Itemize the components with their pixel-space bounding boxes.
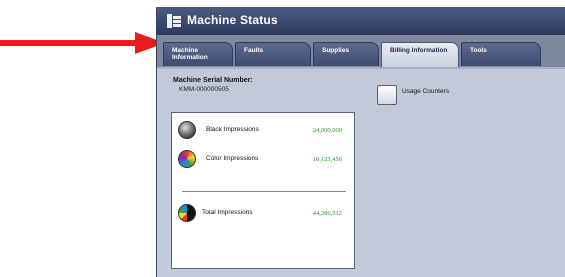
- serial-number-label: Machine Serial Number:: [173, 77, 253, 84]
- tab-label: Supplies: [322, 47, 350, 54]
- tab-machine-information[interactable]: Machine Information: [163, 42, 233, 66]
- total-impressions-value: 44,286,912: [312, 210, 342, 217]
- usage-counters-button[interactable]: [377, 85, 397, 105]
- machine-status-panel: Machine Status Machine Information Fault…: [156, 7, 565, 277]
- tab-label: Machine: [172, 47, 199, 54]
- window-title: Machine Status: [187, 13, 278, 27]
- tab-supplies[interactable]: Supplies: [313, 42, 379, 66]
- tab-bar: Machine Information Faults Supplies Bill…: [157, 35, 565, 67]
- tab-label: Billing Information: [390, 47, 448, 54]
- color-impressions-row: Color Impressions 10,123,456: [178, 150, 348, 170]
- red-arrow-annotation: [0, 32, 165, 54]
- color-impressions-value: 10,123,456: [312, 156, 342, 163]
- black-impressions-value: 24,000,000: [312, 127, 342, 134]
- black-impressions-row: Black Impressions 24,000,000: [178, 121, 348, 141]
- serial-number-value: KMM-000000505: [179, 86, 229, 93]
- tab-label: Faults: [244, 47, 264, 54]
- tab-label: Information: [172, 54, 208, 61]
- black-toner-icon: [178, 121, 196, 139]
- total-impressions-label: Total Impressions: [202, 209, 253, 216]
- total-impressions-icon: [178, 204, 196, 222]
- title-bar: Machine Status: [157, 7, 565, 35]
- tab-faults[interactable]: Faults: [235, 42, 311, 66]
- tab-label: Tools: [470, 47, 487, 54]
- total-impressions-row: Total Impressions 44,286,912: [178, 204, 348, 224]
- tab-billing-information[interactable]: Billing Information: [381, 42, 459, 67]
- billing-information-content: Machine Serial Number: KMM-000000505 Usa…: [157, 67, 565, 277]
- printer-icon: [167, 14, 181, 28]
- tab-tools[interactable]: Tools: [461, 42, 541, 66]
- impressions-counters-box: Black Impressions 24,000,000 Color Impre…: [171, 112, 355, 269]
- color-wheel-icon: [178, 150, 196, 168]
- usage-counters-label: Usage Counters: [402, 88, 449, 95]
- divider: [182, 191, 346, 192]
- black-impressions-label: Black Impressions: [206, 126, 259, 133]
- color-impressions-label: Color Impressions: [206, 155, 259, 162]
